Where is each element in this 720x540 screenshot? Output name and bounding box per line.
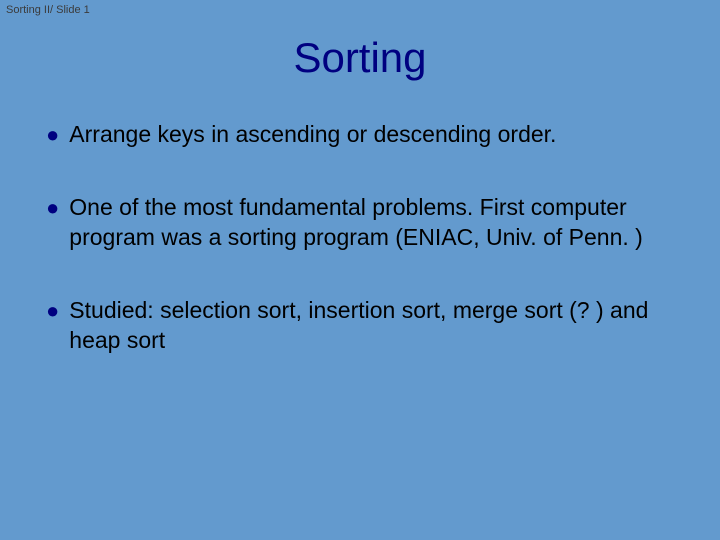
bullet-item: ● Arrange keys in ascending or descendin… — [46, 120, 680, 149]
bullet-text: One of the most fundamental problems. Fi… — [69, 193, 680, 252]
bullet-icon: ● — [46, 121, 69, 149]
bullet-icon: ● — [46, 297, 69, 325]
slide: Sorting II/ Slide 1 Sorting ● Arrange ke… — [0, 0, 720, 540]
bullet-text: Arrange keys in ascending or descending … — [69, 120, 680, 149]
slide-title: Sorting — [0, 0, 720, 82]
slide-body: ● Arrange keys in ascending or descendin… — [0, 82, 720, 355]
bullet-item: ● Studied: selection sort, insertion sor… — [46, 296, 680, 355]
bullet-text: Studied: selection sort, insertion sort,… — [69, 296, 680, 355]
bullet-icon: ● — [46, 194, 69, 222]
bullet-item: ● One of the most fundamental problems. … — [46, 193, 680, 252]
slide-meta: Sorting II/ Slide 1 — [6, 4, 90, 16]
